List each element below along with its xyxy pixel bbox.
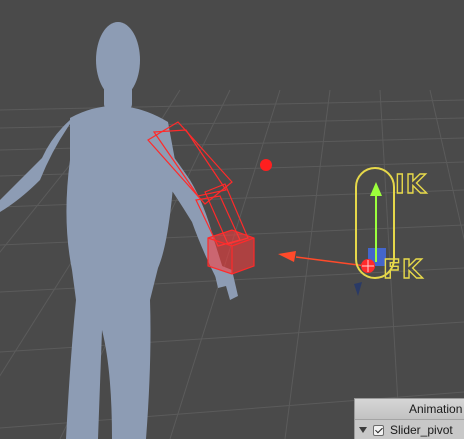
animation-row-label: Slider_pivot: [390, 423, 453, 437]
foldout-arrow-icon[interactable]: [359, 427, 367, 433]
elbow-hint-target[interactable]: [260, 159, 272, 171]
checkbox-checked-icon[interactable]: [373, 424, 384, 436]
humanoid-model[interactable]: [0, 22, 238, 439]
hand-effector-cube[interactable]: [207, 229, 255, 275]
animation-row[interactable]: Slider_pivot: [355, 420, 464, 439]
fk-direction-arrow: [278, 251, 367, 267]
blue-axis-marker: [354, 282, 362, 296]
animation-panel: Animation Slider_pivot: [354, 398, 464, 439]
animation-panel-title[interactable]: Animation: [355, 399, 464, 420]
scene-canvas[interactable]: [0, 0, 464, 439]
fk-label: FK: [382, 255, 423, 285]
scene-view[interactable]: IK FK: [0, 0, 464, 439]
slider-handle-icon: [370, 182, 382, 196]
ik-label: IK: [394, 170, 427, 200]
